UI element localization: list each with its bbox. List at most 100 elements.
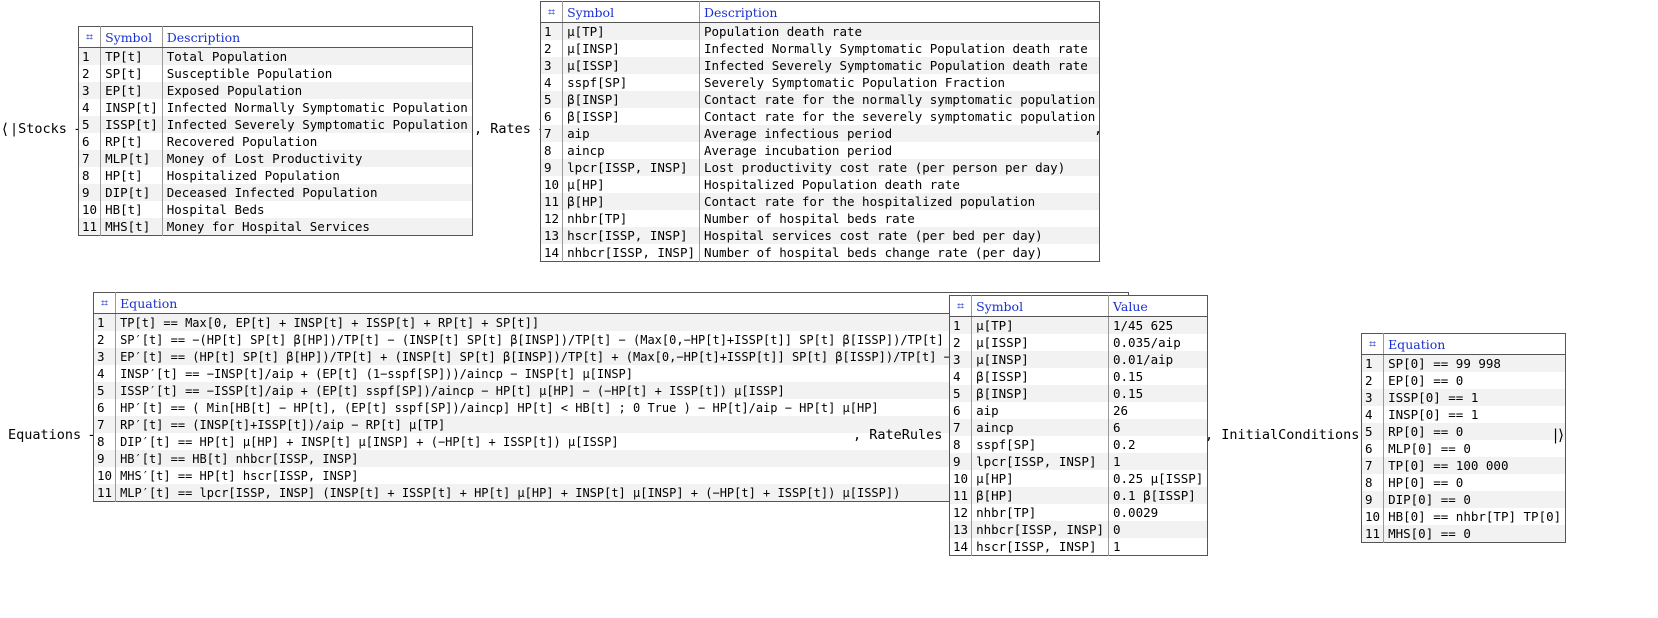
cell: Average infectious period	[699, 125, 1100, 142]
row-index: 12	[540, 210, 564, 227]
raterules-key-label: , RateRules →	[853, 427, 959, 443]
cell: β[ISSP]	[562, 108, 700, 125]
cell: Population death rate	[699, 22, 1100, 40]
cell: hscr[ISSP, INSP]	[971, 538, 1109, 556]
row-index: 5	[540, 91, 564, 108]
column-header: Value	[1108, 295, 1208, 317]
stock-row: 7 MLP[t] Money of Lost Productivity	[78, 150, 473, 167]
row-index: 3	[93, 348, 117, 365]
rate-row: 10 μ[HP] Hospitalized Population death rat…	[540, 176, 1100, 193]
header-row: ⌗ Symbol Description	[78, 26, 473, 48]
row-index: 6	[78, 133, 102, 150]
raterule-row: 5 β[INSP] 0.15	[949, 385, 1208, 402]
row-index: 10	[78, 201, 102, 218]
cell: RP[0] == 0	[1383, 423, 1566, 440]
cell: 0.2	[1113, 437, 1136, 452]
cell: Hospitalized Population	[166, 168, 340, 183]
row-index: 11	[949, 487, 973, 504]
column-header: ⌗	[540, 1, 564, 23]
cell: μ[ISSP]	[971, 334, 1109, 351]
cell: Hospital Beds	[166, 202, 265, 217]
row-index: 13	[949, 521, 973, 538]
row-index: 4	[78, 99, 102, 116]
cell: μ[TP]	[562, 22, 700, 40]
row-index: 8	[949, 436, 973, 453]
cell: 0.25 μ[ISSP]	[1113, 471, 1204, 486]
cell: INSP[t]	[100, 99, 163, 116]
cell: Exposed Population	[162, 82, 473, 99]
stocks-table: ⌗ Symbol Description 1 TP[t] Total Population…	[78, 26, 473, 236]
cell: Number of hospital beds rate	[704, 211, 915, 226]
row-index: 13	[540, 227, 564, 244]
cell: Susceptible Population	[166, 66, 333, 81]
row-index: 9	[78, 184, 102, 201]
row-index: 12	[949, 504, 973, 521]
raterules-table: ⌗ Symbol Value 1 μ[TP] 1/45 625 2 μ[ISSP] 0.035/…	[949, 295, 1209, 556]
row-index: 4	[540, 74, 564, 91]
initialcondition-row: 9 DIP[0] == 0	[1361, 491, 1566, 508]
cell: MHS[0] == 0	[1383, 525, 1566, 543]
initialcondition-row: 4 INSP[0] == 1	[1361, 406, 1566, 423]
column-header: ⌗	[949, 295, 973, 317]
cell: 1	[1113, 539, 1121, 554]
close-association-bracket: |⟩	[1553, 426, 1564, 444]
stock-row: 11 MHS[t] Money for Hospital Services	[78, 218, 473, 236]
cell: SP[0] == 99 998	[1383, 354, 1566, 372]
cell: Hospital services cost rate (per bed per…	[699, 227, 1100, 244]
cell: nhbr[TP]	[562, 210, 700, 227]
row-index: 11	[78, 218, 102, 236]
row-index: 8	[78, 167, 102, 184]
cell: INSP[0] == 1	[1388, 407, 1479, 422]
cell: TP[0] == 100 000	[1383, 457, 1566, 474]
row-index: 14	[540, 244, 564, 262]
initialconditions-table: ⌗ Equation 1 SP[0] == 99 998 2 EP[0] == 0 3 ISS…	[1361, 333, 1567, 543]
cell: μ[HP]	[562, 176, 700, 193]
header-row: ⌗ Equation	[1361, 333, 1566, 355]
cell: Money for Hospital Services	[162, 218, 473, 236]
raterule-row: 7 aincp 6	[949, 419, 1208, 436]
cell: Average incubation period	[704, 143, 893, 158]
initialcondition-row: 1 SP[0] == 99 998	[1361, 354, 1566, 372]
cell: Hospitalized Population death rate	[704, 177, 960, 192]
initialcondition-row: 10 HB[0] == nhbr[TP] TP[0]	[1361, 508, 1566, 525]
cell: sspf[SP]	[562, 74, 700, 91]
cell: β[ISSP]	[971, 368, 1109, 385]
row-index: 7	[1361, 457, 1385, 474]
rates-table: ⌗ Symbol Description 1 μ[TP] Population death…	[540, 1, 1101, 262]
row-index: 6	[540, 108, 564, 125]
row-index: 9	[93, 450, 117, 467]
cell: RP[t]	[100, 133, 163, 150]
row-index: 6	[949, 402, 973, 419]
cell: β[HP]	[562, 193, 700, 210]
initialconditions-key-label: , InitialConditions →	[1205, 427, 1376, 443]
row-index: 8	[1361, 474, 1385, 491]
column-header: Symbol	[971, 295, 1109, 317]
column-header: Description	[699, 1, 1100, 23]
cell: 0.1 β[ISSP]	[1108, 487, 1208, 504]
cell: μ[TP]	[971, 316, 1109, 334]
raterule-row: 8 sspf[SP] 0.2	[949, 436, 1208, 453]
stock-row: 1 TP[t] Total Population	[78, 47, 473, 65]
stocks-key-label: |Stocks →	[10, 121, 83, 137]
row-index: 6	[93, 399, 117, 416]
comma-separator: ,	[1094, 121, 1103, 137]
cell: 26	[1113, 403, 1129, 418]
cell: nhbcr[ISSP, INSP]	[562, 244, 700, 262]
cell: Infected Severely Symptomatic Population	[162, 116, 473, 133]
row-index: 3	[540, 57, 564, 74]
row-index: 5	[949, 385, 973, 402]
cell: HB[0] == nhbr[TP] TP[0]	[1388, 509, 1562, 524]
cell: Contact rate for the normally symptomati…	[699, 91, 1100, 108]
cell: Deceased Infected Population	[162, 184, 473, 201]
row-index: 1	[540, 22, 564, 40]
cell: aincp	[971, 419, 1109, 436]
cell: β[HP]	[971, 487, 1109, 504]
cell: 0.01/aip	[1108, 351, 1208, 368]
initialcondition-row: 8 HP[0] == 0	[1361, 474, 1566, 491]
equations-label: Equations	[8, 427, 82, 443]
cell: Infected Severely Symptomatic Population…	[699, 57, 1100, 74]
raterule-row: 4 β[ISSP] 0.15	[949, 368, 1208, 385]
rate-row: 7 aip Average infectious period	[540, 125, 1100, 142]
rate-row: 2 μ[INSP] Infected Normally Symptomatic Po…	[540, 40, 1100, 57]
cell: Number of hospital beds change rate (per…	[704, 245, 1043, 260]
